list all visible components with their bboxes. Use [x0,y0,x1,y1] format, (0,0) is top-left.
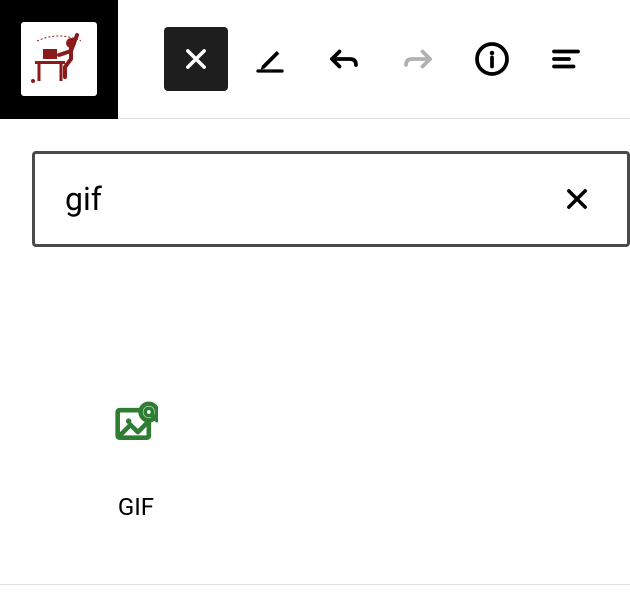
close-button[interactable] [164,27,228,91]
undo-icon [326,41,362,77]
pencil-icon [254,43,286,75]
gif-block-icon [112,399,160,447]
info-button[interactable] [460,27,524,91]
menu-icon [548,41,584,77]
redo-button [386,27,450,91]
search-area [0,119,630,247]
menu-button[interactable] [534,27,598,91]
result-gif-block[interactable]: GIF [88,399,184,521]
edit-button[interactable] [238,27,302,91]
close-icon [563,185,591,213]
app-logo-container[interactable] [0,0,118,119]
info-icon [474,41,510,77]
result-label: GIF [118,493,154,521]
divider [0,584,630,585]
close-icon [182,45,210,73]
search-box [32,151,630,247]
app-logo [21,22,97,96]
search-results: GIF [0,247,630,521]
toolbar-buttons [118,27,598,91]
search-input[interactable] [65,180,557,218]
desk-person-icon [29,29,89,89]
toolbar [0,0,630,119]
clear-search-button[interactable] [557,179,597,219]
redo-icon [400,41,436,77]
undo-button[interactable] [312,27,376,91]
